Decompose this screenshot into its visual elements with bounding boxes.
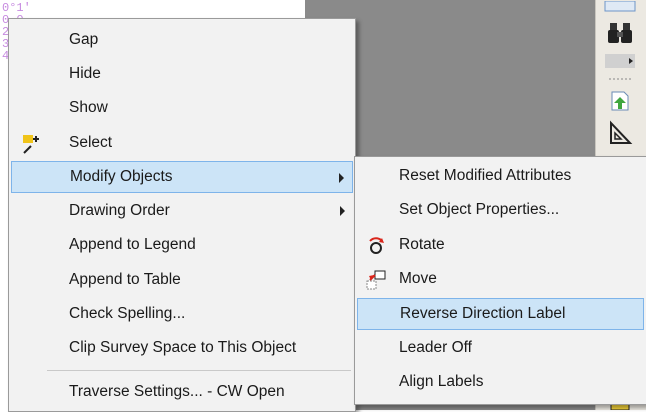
menu-item-check-spelling[interactable]: Check Spelling... — [11, 298, 353, 330]
triangle-ruler-icon — [610, 120, 633, 144]
menu-item-label: Reverse Direction Label — [400, 305, 566, 322]
submenu-item-reset-modified-attributes[interactable]: Reset Modified Attributes — [357, 160, 644, 192]
submenu-item-set-object-properties[interactable]: Set Object Properties... — [357, 194, 644, 226]
submenu-item-rotate[interactable]: Rotate — [357, 229, 644, 261]
toolbar-separator — [600, 74, 640, 84]
import-icon — [611, 91, 629, 111]
menu-item-label: Move — [399, 270, 437, 287]
menu-item-label: Align Labels — [399, 373, 484, 390]
menu-item-label: Leader Off — [399, 339, 472, 356]
menu-item-label: Show — [69, 99, 108, 116]
menu-item-label: Rotate — [399, 236, 445, 253]
submenu-arrow-icon — [339, 173, 344, 183]
menu-item-modify-objects[interactable]: Modify Objects — [11, 161, 353, 193]
toolbar-button-top[interactable] — [600, 0, 640, 14]
rotate-icon — [365, 235, 387, 257]
select-icon — [21, 133, 43, 155]
menu-item-label: Reset Modified Attributes — [399, 167, 572, 184]
dotted-separator-icon — [609, 78, 631, 80]
menu-item-show[interactable]: Show — [11, 92, 353, 124]
expand-button[interactable] — [600, 50, 640, 74]
menu-item-label: Set Object Properties... — [399, 201, 560, 218]
menu-item-append-to-legend[interactable]: Append to Legend — [11, 229, 353, 261]
binoculars-icon — [608, 23, 632, 43]
menu-item-gap[interactable]: Gap — [11, 24, 353, 56]
context-menu: Gap Hide Show Select Modify Objects Draw… — [8, 18, 356, 412]
menu-item-label: Traverse Settings... - CW Open — [69, 383, 285, 400]
triangle-tool-button[interactable] — [600, 118, 640, 148]
menu-item-clip-survey-space[interactable]: Clip Survey Space to This Object — [11, 332, 353, 364]
menu-item-label: Gap — [69, 31, 99, 48]
menu-item-label: Select — [69, 134, 113, 151]
menu-item-label: Clip Survey Space to This Object — [69, 339, 297, 356]
import-button[interactable] — [600, 86, 640, 116]
menu-item-traverse-settings[interactable]: Traverse Settings... - CW Open — [11, 376, 353, 408]
menu-separator — [47, 370, 351, 371]
submenu-item-align-labels[interactable]: Align Labels — [357, 366, 644, 398]
menu-item-select[interactable]: Select — [11, 127, 353, 159]
menu-item-append-to-table[interactable]: Append to Table — [11, 264, 353, 296]
submenu-arrow-icon — [340, 206, 345, 216]
submenu-item-reverse-direction-label[interactable]: Reverse Direction Label — [357, 298, 644, 330]
submenu-item-leader-off[interactable]: Leader Off — [357, 332, 644, 364]
submenu-item-move[interactable]: Move — [357, 263, 644, 295]
menu-item-drawing-order[interactable]: Drawing Order — [11, 195, 353, 227]
menu-item-label: Modify Objects — [70, 168, 173, 185]
menu-item-label: Drawing Order — [69, 202, 170, 219]
menu-item-label: Check Spelling... — [69, 305, 186, 322]
modify-objects-submenu: Reset Modified Attributes Set Object Pro… — [354, 156, 646, 405]
move-icon — [365, 269, 387, 291]
menu-item-label: Append to Legend — [69, 236, 196, 253]
expand-arrow-icon — [605, 54, 635, 68]
toolbar-tab-icon — [604, 1, 636, 12]
menu-item-label: Hide — [69, 65, 101, 82]
menu-item-label: Append to Table — [69, 271, 181, 288]
binoculars-button[interactable] — [600, 18, 640, 48]
menu-item-hide[interactable]: Hide — [11, 58, 353, 90]
